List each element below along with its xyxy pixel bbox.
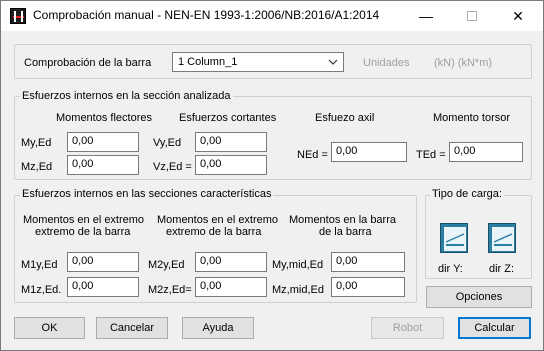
bending-title: Momentos flectores	[56, 112, 152, 124]
units-label: Unidades	[363, 57, 410, 69]
torsion-title: Momento torsor	[433, 112, 511, 124]
distributed-load-icon	[444, 227, 466, 251]
dialog-window: Comprobación manual - NEN-EN 1993-1:2006…	[0, 0, 544, 351]
vy-label: Vy,Ed	[153, 137, 182, 149]
calculate-button[interactable]: Calcular	[458, 317, 531, 339]
ned-label: NEd =	[297, 149, 328, 161]
characteristic-forces-title: Esfuerzos internos en las secciones cara…	[20, 188, 274, 200]
mzmid-input[interactable]: 0,00	[331, 277, 405, 297]
minimize-icon: —	[419, 8, 433, 24]
mzmid-label: Mz,mid,Ed	[272, 284, 324, 296]
app-icon	[10, 8, 26, 24]
mymid-input[interactable]: 0,00	[331, 252, 405, 272]
bar-check-label: Comprobación de la barra	[24, 57, 152, 69]
mz-input[interactable]: 0,00	[67, 155, 139, 175]
distributed-load-icon	[492, 227, 514, 251]
bar-select[interactable]: 1 Column_1	[172, 52, 344, 72]
vy-input[interactable]: 0,00	[195, 132, 267, 152]
vz-input[interactable]: 0,00	[195, 155, 267, 175]
m2z-label: M2z,Ed=	[148, 284, 192, 296]
vz-label: Vz,Ed =	[153, 161, 192, 173]
col1-title-1: Momentos en el extremo	[23, 214, 145, 226]
minimize-button[interactable]: —	[403, 1, 449, 31]
dir-y-label: dir Y:	[438, 263, 463, 275]
maximize-button	[449, 1, 495, 31]
m1z-label: M1z,Ed.	[21, 284, 62, 296]
m1y-label: M1y,Ed	[21, 259, 58, 271]
units-value: (kN) (kN*m)	[434, 57, 493, 69]
m1y-input[interactable]: 0,00	[67, 252, 139, 272]
ted-label: TEd =	[416, 149, 446, 161]
my-label: My,Ed	[21, 137, 52, 149]
close-icon: ✕	[512, 8, 524, 24]
m1z-input[interactable]: 0,00	[67, 277, 139, 297]
m2y-input[interactable]: 0,00	[195, 252, 267, 272]
ned-input[interactable]: 0,00	[331, 142, 407, 162]
mymid-label: My,mid,Ed	[272, 259, 324, 271]
col2-title-1: Momentos en el extremo	[157, 214, 279, 226]
col2-title-2: extremo de la barra	[166, 226, 262, 238]
ted-input[interactable]: 0,00	[449, 142, 523, 162]
ok-button[interactable]: OK	[14, 317, 85, 339]
cancel-button[interactable]: Cancelar	[96, 317, 168, 339]
dir-z-label: dir Z:	[489, 263, 515, 275]
chevron-down-icon	[328, 57, 338, 70]
maximize-icon	[467, 11, 477, 21]
load-type-title: Tipo de carga:	[430, 188, 504, 200]
mz-label: Mz,Ed	[21, 161, 53, 173]
m2y-label: M2y,Ed	[148, 259, 185, 271]
load-dir-y-button[interactable]	[440, 223, 468, 253]
shear-title: Esfuerzos cortantes	[179, 112, 277, 124]
axial-title: Esfuezo axil	[315, 112, 375, 124]
title-bar: Comprobación manual - NEN-EN 1993-1:2006…	[1, 1, 543, 31]
m2z-input[interactable]: 0,00	[195, 277, 267, 297]
col3-title-1: Momentos en la barra	[289, 214, 396, 226]
options-button[interactable]: Opciones	[426, 286, 532, 308]
col1-title-2: extremo de la barra	[35, 226, 131, 238]
help-button[interactable]: Ayuda	[182, 317, 254, 339]
close-button[interactable]: ✕	[495, 1, 541, 31]
section-forces-title: Esfuerzos internos en la sección analiza…	[20, 90, 233, 102]
load-dir-z-button[interactable]	[488, 223, 516, 253]
my-input[interactable]: 0,00	[67, 132, 139, 152]
robot-button: Robot	[371, 317, 444, 339]
col3-title-2: de la barra	[319, 226, 372, 238]
bar-select-value: 1 Column_1	[178, 56, 238, 68]
window-title: Comprobación manual - NEN-EN 1993-1:2006…	[33, 8, 380, 22]
